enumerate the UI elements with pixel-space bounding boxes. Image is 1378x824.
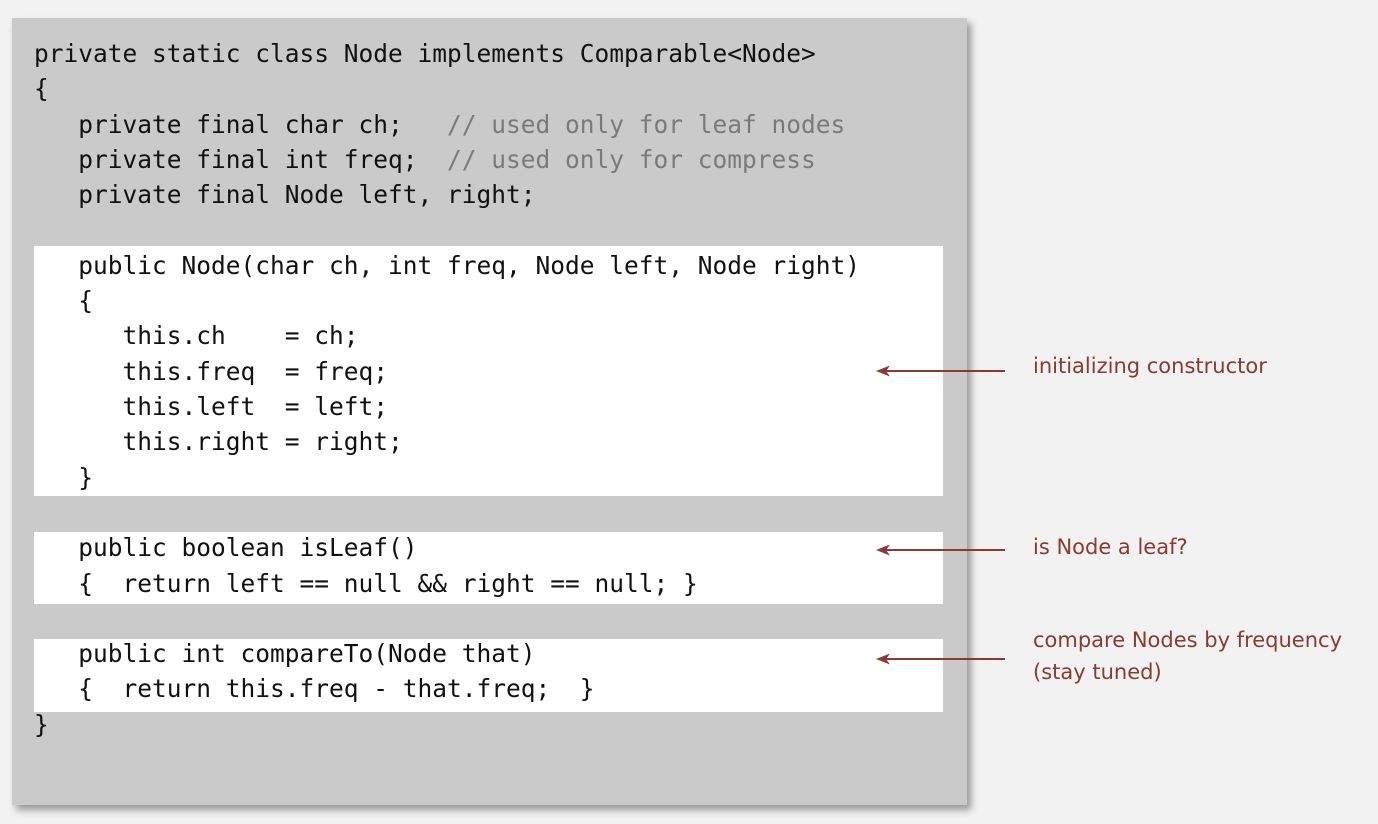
code-line: private final Node left, right; xyxy=(34,177,536,213)
compare-annotation-line1: compare Nodes by frequency xyxy=(1033,628,1343,652)
code-text: private final int freq; xyxy=(34,144,448,174)
code-text: { xyxy=(34,286,94,316)
code-comment: // used only for leaf nodes xyxy=(447,109,846,139)
code-line: this.right = right; xyxy=(34,424,403,460)
code-line: private final int freq; // used only for… xyxy=(34,142,816,178)
code-text: this.right = right; xyxy=(34,427,403,457)
code-line: { xyxy=(34,283,93,319)
is-leaf-arrow xyxy=(876,544,1005,556)
code-line: } xyxy=(34,707,49,743)
code-text: this.freq = freq; xyxy=(34,356,389,386)
code-line: private static class Node implements Com… xyxy=(34,36,816,72)
code-line: public Node(char ch, int freq, Node left… xyxy=(34,248,860,284)
code-line: { return this.freq - that.freq; } xyxy=(34,671,595,707)
code-text: { return left == null && right == null; … xyxy=(34,568,698,598)
code-text: this.ch = ch; xyxy=(34,321,359,351)
code-line: public boolean isLeaf() xyxy=(34,530,418,566)
code-text: { return this.freq - that.freq; } xyxy=(34,674,595,704)
code-text: private final char ch; xyxy=(34,109,448,139)
code-line: { xyxy=(34,71,49,107)
constructor-annotation: initializing constructor xyxy=(1033,354,1267,378)
compare-annotation-line2: (stay tuned) xyxy=(1033,660,1162,684)
code-line: this.ch = ch; xyxy=(34,318,359,354)
code-text: { xyxy=(34,74,49,104)
code-line: { return left == null && right == null; … xyxy=(34,566,698,602)
code-text: private final Node left, right; xyxy=(34,180,536,210)
compare-to-arrow xyxy=(876,653,1005,665)
is-leaf-annotation: is Node a leaf? xyxy=(1033,535,1188,559)
code-text: private static class Node implements Com… xyxy=(34,39,816,68)
constructor-arrow xyxy=(876,365,1005,377)
code-line: public int compareTo(Node that) xyxy=(34,636,536,672)
code-line: this.left = left; xyxy=(34,389,389,425)
code-text: public int compareTo(Node that) xyxy=(34,639,536,669)
code-line: } xyxy=(34,460,93,496)
code-text: public Node(char ch, int freq, Node left… xyxy=(34,250,861,280)
code-text: public boolean isLeaf() xyxy=(34,533,418,563)
code-line: private final char ch; // used only for … xyxy=(34,107,845,143)
code-line: this.freq = freq; xyxy=(34,354,389,390)
code-text: this.left = left; xyxy=(34,392,389,421)
code-text: } xyxy=(34,709,49,739)
code-comment: // used only for compress xyxy=(447,144,816,174)
code-text: } xyxy=(34,462,94,492)
